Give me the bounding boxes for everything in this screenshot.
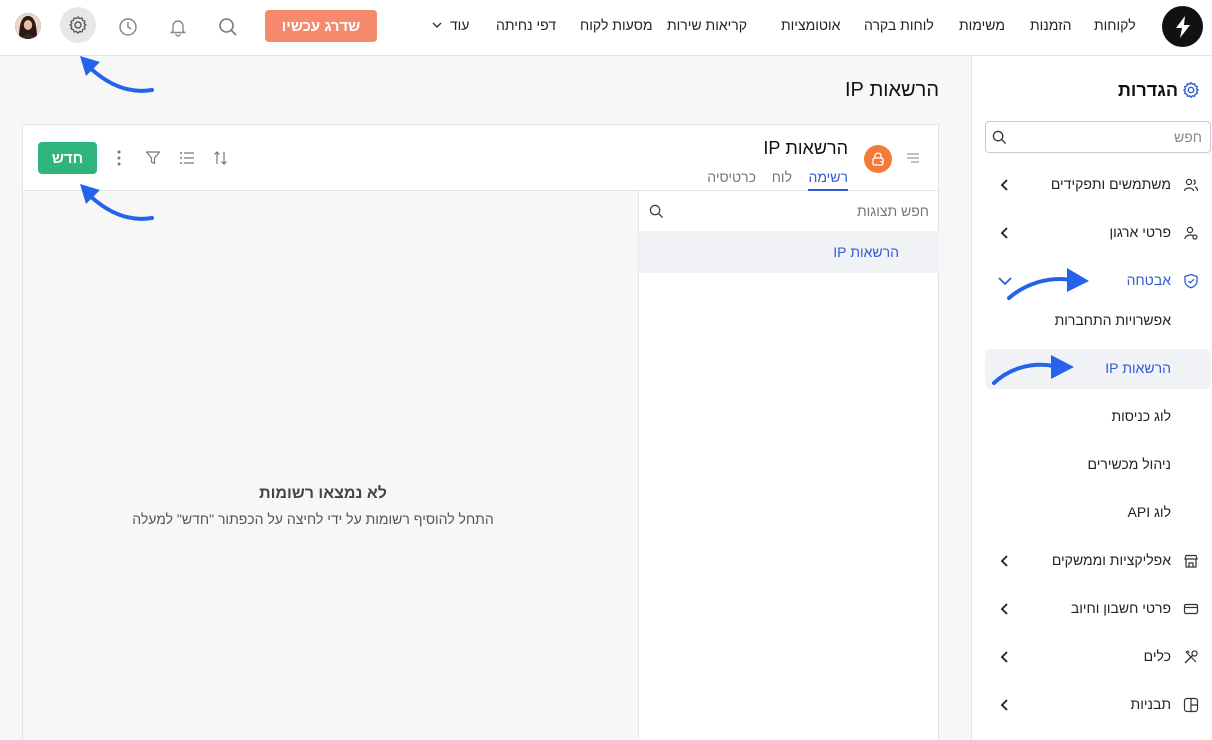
sidebar-item-templates[interactable]: תבניות xyxy=(985,685,1211,725)
chevron-left-icon xyxy=(1000,651,1008,663)
avatar-portrait-icon xyxy=(15,13,41,39)
user-avatar[interactable] xyxy=(15,13,41,39)
sidebar-item-billing[interactable]: פרטי חשבון וחיוב xyxy=(985,589,1211,629)
views-search-input[interactable] xyxy=(689,196,929,226)
notifications-button[interactable] xyxy=(161,10,195,44)
nav-customers[interactable]: לקוחות xyxy=(1094,17,1136,33)
nav-customer-journeys[interactable]: מסעות לקוח xyxy=(580,17,653,33)
settings-gear-icon xyxy=(1182,81,1200,102)
sidebar-sub-login-log[interactable]: לוג כניסות xyxy=(985,397,1211,437)
app-logo[interactable] xyxy=(1162,6,1203,47)
records-panel: הרשאות IP רשימה לוח כרטיסיה חדש לא נמצאו… xyxy=(22,124,939,740)
sidebar-sub-device-management[interactable]: ניהול מכשירים xyxy=(985,445,1211,485)
card-icon xyxy=(1183,603,1199,615)
sort-icon xyxy=(214,151,227,165)
bolt-logo-icon xyxy=(1175,15,1190,38)
kebab-menu-icon xyxy=(117,150,121,166)
sidebar-item-tools[interactable]: כלים xyxy=(985,637,1211,677)
page-title: הרשאות IP xyxy=(845,79,939,101)
clock-icon xyxy=(119,18,137,36)
new-button[interactable]: חדש xyxy=(38,142,97,174)
columns-button[interactable] xyxy=(178,149,196,167)
more-options-button[interactable] xyxy=(110,149,128,167)
empty-state-subtitle: התחל להוסיף רשומות על ידי לחיצה על הכפתו… xyxy=(132,511,494,527)
sidebar-item-apps[interactable]: אפליקציות וממשקים xyxy=(985,541,1211,581)
sidebar-search-input[interactable] xyxy=(1012,122,1202,152)
store-icon xyxy=(1184,554,1198,568)
filter-button[interactable] xyxy=(144,149,162,167)
sidebar-item-org-details[interactable]: פרטי ארגון xyxy=(985,213,1211,253)
sidebar-item-label: אפליקציות וממשקים xyxy=(1051,552,1171,568)
tab-list[interactable]: רשימה xyxy=(808,169,848,191)
upgrade-button[interactable]: שדרג עכשיו xyxy=(265,10,377,42)
tools-icon xyxy=(1184,650,1198,664)
templates-icon xyxy=(1183,697,1199,713)
shield-icon xyxy=(1184,273,1198,289)
chevron-left-icon xyxy=(1000,603,1008,615)
search-icon xyxy=(219,18,237,36)
description-icon[interactable] xyxy=(906,151,920,165)
sidebar-title: הגדרות xyxy=(1118,80,1178,100)
annotation-arrow-ip-permissions xyxy=(992,355,1074,385)
filter-icon xyxy=(145,151,161,165)
users-icon xyxy=(1183,178,1199,192)
settings-sidebar: הגדרות משתמשים ותפקידים פרטי ארגון אבטחה… xyxy=(971,56,1212,740)
views-list: הרשאות IP xyxy=(638,191,939,740)
history-button[interactable] xyxy=(111,10,145,44)
tab-board[interactable]: לוח xyxy=(772,169,792,189)
list-icon xyxy=(180,152,194,164)
list-item[interactable]: הרשאות IP xyxy=(639,231,939,273)
list-item-label: הרשאות IP xyxy=(833,244,899,260)
annotation-arrow-new xyxy=(80,184,154,221)
sidebar-sub-label: לוג API xyxy=(1127,504,1171,520)
search-icon xyxy=(992,130,1007,145)
nav-service-tickets[interactable]: קריאות שירות xyxy=(667,17,747,33)
views-search[interactable] xyxy=(639,191,939,231)
sidebar-item-label: פרטי ארגון xyxy=(1109,224,1171,240)
annotation-arrow-security xyxy=(1007,268,1089,300)
top-bar: לקוחות הזמנות משימות לוחות בקרה אוטומציו… xyxy=(0,0,1212,56)
annotation-arrow-settings xyxy=(80,56,154,93)
chevron-left-icon xyxy=(1000,555,1008,567)
sidebar-sub-label: ניהול מכשירים xyxy=(1087,456,1172,472)
sidebar-item-users-roles[interactable]: משתמשים ותפקידים xyxy=(985,165,1211,205)
search-icon xyxy=(649,204,664,219)
sort-button[interactable] xyxy=(212,149,230,167)
view-title: הרשאות IP xyxy=(763,138,848,158)
sidebar-sub-label: אפשרויות התחברות xyxy=(1054,312,1171,328)
sidebar-item-label: משתמשים ותפקידים xyxy=(1050,176,1171,192)
sidebar-item-label: תבניות xyxy=(1130,696,1171,712)
nav-dashboards[interactable]: לוחות בקרה xyxy=(864,17,934,33)
search-button[interactable] xyxy=(211,10,245,44)
nav-more-label: עוד xyxy=(449,17,470,33)
nav-tasks[interactable]: משימות xyxy=(959,17,1005,33)
view-badge xyxy=(864,145,892,173)
sidebar-sub-label: לוג כניסות xyxy=(1111,408,1171,424)
chevron-left-icon xyxy=(1000,699,1008,711)
chevron-left-icon xyxy=(1000,227,1008,239)
chevron-left-icon xyxy=(1000,179,1008,191)
sidebar-item-label: פרטי חשבון וחיוב xyxy=(1070,600,1171,616)
sidebar-item-label: כלים xyxy=(1143,648,1171,664)
sidebar-sub-label: הרשאות IP xyxy=(1105,360,1171,376)
lock-icon xyxy=(872,152,885,166)
nav-automations[interactable]: אוטומציות xyxy=(781,17,840,33)
sidebar-item-label: אבטחה xyxy=(1126,272,1171,288)
chevron-down-icon xyxy=(432,22,442,28)
org-icon xyxy=(1184,226,1198,240)
bell-icon xyxy=(169,20,187,37)
sidebar-sub-api-log[interactable]: לוג API xyxy=(985,493,1211,533)
empty-state-title: לא נמצאו רשומות xyxy=(259,485,387,502)
sidebar-search[interactable] xyxy=(985,121,1211,153)
nav-landing-pages[interactable]: דפי נחיתה xyxy=(496,17,556,33)
gear-icon xyxy=(69,16,87,34)
empty-state-area: לא נמצאו רשומות התחל להוסיף רשומות על יד… xyxy=(23,191,638,740)
nav-orders[interactable]: הזמנות xyxy=(1030,17,1072,33)
sidebar-sub-login-options[interactable]: אפשרויות התחברות xyxy=(985,301,1211,341)
settings-button[interactable] xyxy=(60,7,96,43)
tab-card[interactable]: כרטיסיה xyxy=(707,169,756,189)
nav-more[interactable]: עוד xyxy=(432,17,469,33)
panel-header: הרשאות IP רשימה לוח כרטיסיה חדש xyxy=(23,125,938,191)
